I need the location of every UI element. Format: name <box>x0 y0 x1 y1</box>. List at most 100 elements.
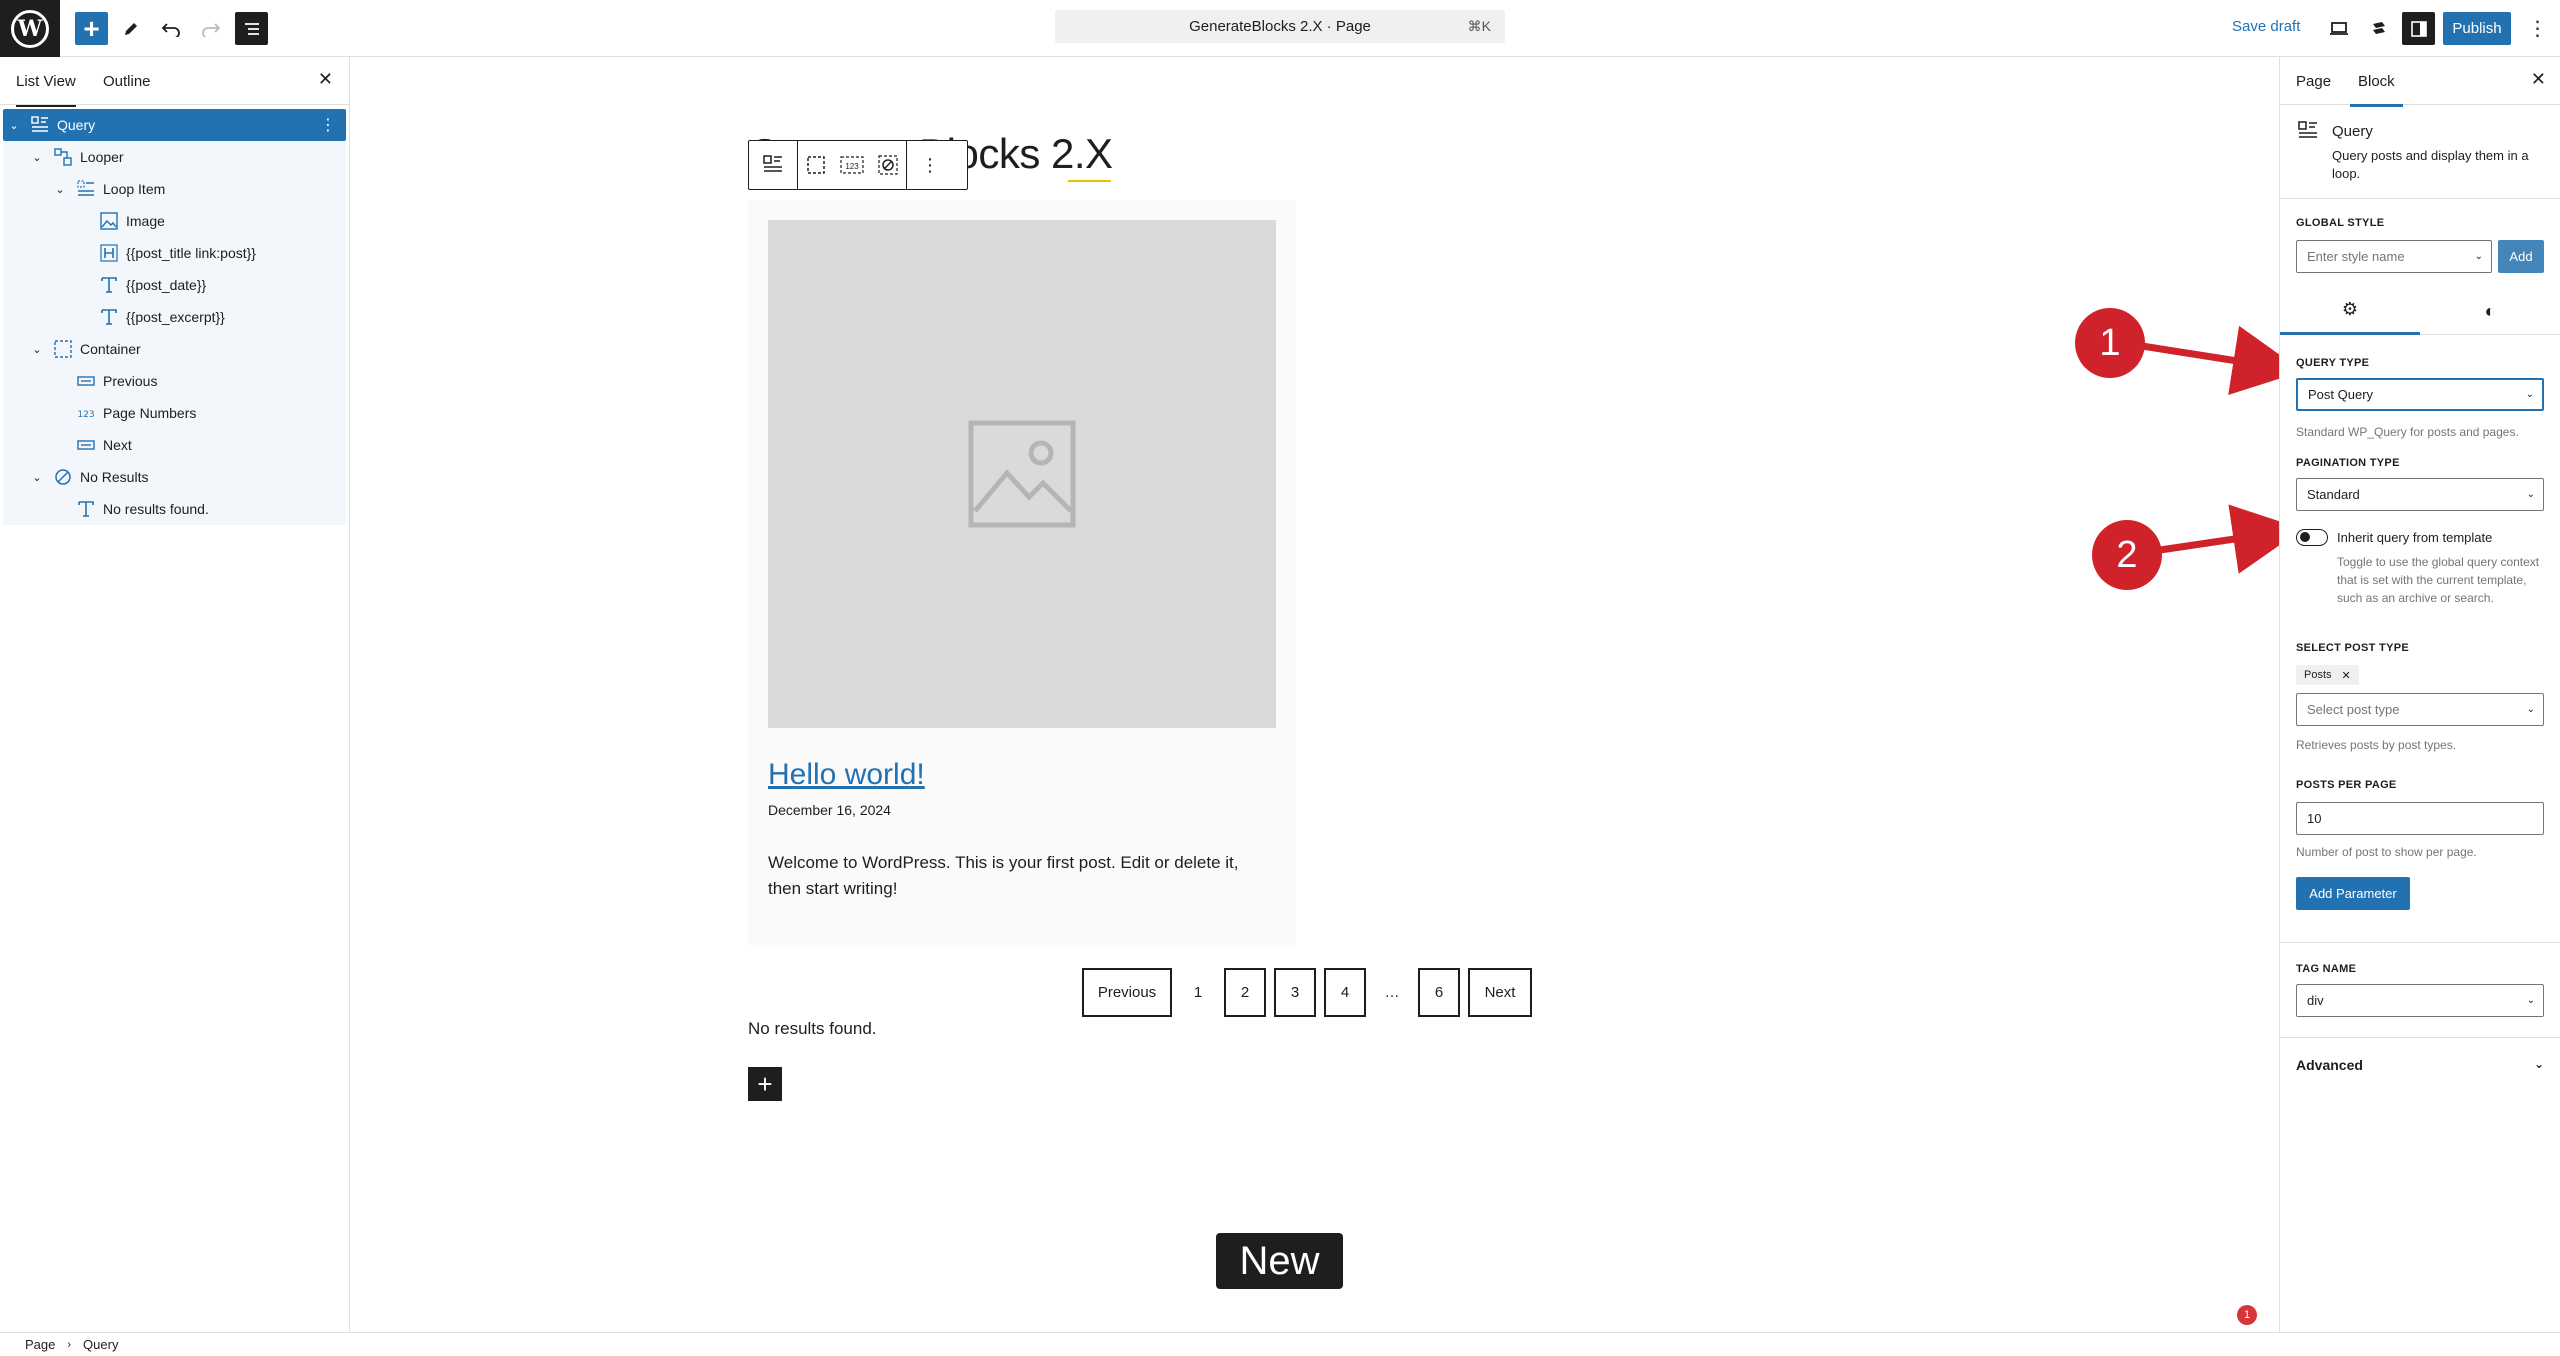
list-view-item[interactable]: ⌄ Container <box>3 333 346 365</box>
item-options-icon[interactable]: ⋮ <box>320 115 336 135</box>
list-view-item[interactable]: ⌄ Looper <box>3 141 346 173</box>
tab-block[interactable]: Block <box>2350 73 2403 107</box>
gear-icon: ⚙ <box>2341 299 2359 319</box>
remove-chip-icon[interactable]: ✕ <box>2342 669 2351 682</box>
settings-panel-toggle[interactable] <box>2402 12 2435 45</box>
inline-block-inserter-button[interactable]: + <box>748 1067 782 1101</box>
add-parameter-button[interactable]: Add Parameter <box>2296 877 2410 910</box>
chevron-down-icon[interactable]: ⌄ <box>30 471 44 484</box>
block-inserter-button[interactable]: + <box>75 12 108 45</box>
list-view-item[interactable]: {{post_title link:post}} <box>3 237 346 269</box>
command-palette-title[interactable]: GenerateBlocks 2.X · Page ⌘K <box>1055 10 1505 43</box>
chevron-down-icon[interactable]: ⌄ <box>7 119 21 132</box>
query-block-icon <box>749 141 797 189</box>
notification-badge[interactable]: 1 <box>2237 1305 2257 1325</box>
preview-button[interactable] <box>2322 12 2355 45</box>
text-icon <box>98 274 120 296</box>
close-list-view-icon[interactable]: ✕ <box>318 69 333 90</box>
pagination-page-4[interactable]: 4 <box>1324 968 1366 1017</box>
document-overview-button[interactable] <box>235 12 268 45</box>
tab-settings[interactable]: ⚙ <box>2280 287 2420 335</box>
pagination-page-3[interactable]: 3 <box>1274 968 1316 1017</box>
tab-styles[interactable]: ◐ <box>2420 287 2560 335</box>
close-sidebar-icon[interactable]: ✕ <box>2531 69 2546 90</box>
post-title-link[interactable]: Hello world! <box>768 758 925 792</box>
tab-list-view[interactable]: List View <box>16 73 76 107</box>
chevron-down-icon: ⌄ <box>2474 251 2483 262</box>
loop-item[interactable]: Hello world! December 16, 2024 Welcome t… <box>748 200 1296 945</box>
list-view-item[interactable]: Image <box>3 205 346 237</box>
loop-item-icon <box>75 178 97 200</box>
settings-style-tabs: ⚙ ◐ <box>2280 287 2560 335</box>
pagination-page-1[interactable]: 1 <box>1180 968 1216 1017</box>
post-image-placeholder[interactable] <box>768 220 1276 728</box>
list-view-item[interactable]: 123 Page Numbers <box>3 397 346 429</box>
post-date: December 16, 2024 <box>768 802 891 818</box>
pagination-page-2[interactable]: 2 <box>1224 968 1266 1017</box>
undo-icon <box>161 22 180 37</box>
breadcrumb-query[interactable]: Query <box>83 1337 118 1352</box>
pagination-previous-button[interactable]: Previous <box>1082 968 1172 1017</box>
style-name-select[interactable]: Enter style name ⌄ <box>2296 240 2492 273</box>
tab-outline[interactable]: Outline <box>103 73 151 90</box>
save-draft-button[interactable]: Save draft <box>2232 18 2300 35</box>
list-view-item[interactable]: {{post_date}} <box>3 269 346 301</box>
pagination-page-6[interactable]: 6 <box>1418 968 1460 1017</box>
list-view-item[interactable]: Previous <box>3 365 346 397</box>
pagination-next-button[interactable]: Next <box>1468 968 1532 1017</box>
list-view-item[interactable]: ⌄ No Results <box>3 461 346 493</box>
block-tree: ⌄ Query ⋮ ⌄ Looper ⌄ Loop Item Image {{post_titl… <box>0 105 349 529</box>
list-view-item[interactable]: ⌄ Query ⋮ <box>3 109 346 141</box>
redo-button[interactable] <box>194 12 227 45</box>
tag-name-select[interactable]: div ⌄ <box>2296 984 2544 1017</box>
query-type-value: Post Query <box>2308 387 2374 402</box>
chevron-down-icon[interactable]: ⌄ <box>30 343 44 356</box>
list-view-item[interactable]: No results found. <box>3 493 346 525</box>
page-numbers-toolbar-button[interactable]: 123 <box>834 141 870 189</box>
block-parent-selector[interactable] <box>749 141 798 189</box>
select-post-type-label: SELECT POST TYPE <box>2296 642 2409 654</box>
list-view-item[interactable]: ⌄ Loop Item <box>3 173 346 205</box>
post-type-select[interactable]: Select post type ⌄ <box>2296 693 2544 726</box>
generateblocks-button[interactable] <box>2362 12 2395 45</box>
chevron-down-icon[interactable]: ⌄ <box>30 151 44 164</box>
breadcrumb-page[interactable]: Page <box>25 1337 55 1352</box>
pagination-type-select[interactable]: Standard ⌄ <box>2296 478 2544 511</box>
chevron-down-icon: ⌄ <box>2526 704 2535 715</box>
undo-button[interactable] <box>154 12 187 45</box>
tab-page[interactable]: Page <box>2296 73 2331 90</box>
style-name-placeholder: Enter style name <box>2307 249 2405 264</box>
chevron-down-icon[interactable]: ⌄ <box>53 183 67 196</box>
block-options-icon[interactable]: ⋮ <box>907 141 953 189</box>
editor-canvas[interactable] <box>351 57 2269 1332</box>
svg-text:123: 123 <box>845 162 859 171</box>
button-icon <box>75 370 97 392</box>
wordpress-logo-button[interactable]: W <box>0 0 60 57</box>
list-view-item-label: Previous <box>103 373 158 389</box>
numbers-icon: 123 <box>75 402 97 424</box>
list-view-item[interactable]: {{post_excerpt}} <box>3 301 346 333</box>
posts-per-page-input[interactable]: 10 <box>2296 802 2544 835</box>
inherit-query-label[interactable]: Inherit query from template <box>2337 530 2492 545</box>
list-view-item-label: Loop Item <box>103 181 166 197</box>
inherit-query-toggle[interactable] <box>2296 529 2328 546</box>
list-view-panel: List View Outline ✕ ⌄ Query ⋮ ⌄ Looper ⌄ Loop … <box>0 57 350 1332</box>
publish-button[interactable]: Publish <box>2443 12 2511 45</box>
tools-pencil-button[interactable] <box>114 12 147 45</box>
image-icon <box>98 210 120 232</box>
no-results-toolbar-button[interactable] <box>870 141 906 189</box>
settings-sidebar: Page Block ✕ Query Query posts and displ… <box>2279 57 2560 1332</box>
list-view-item-label: No results found. <box>103 501 209 517</box>
no-results-text[interactable]: No results found. <box>748 1019 877 1039</box>
block-name: Query <box>2332 123 2373 140</box>
list-view-item[interactable]: Next <box>3 429 346 461</box>
add-style-button[interactable]: Add <box>2498 240 2544 273</box>
text-icon <box>98 306 120 328</box>
options-menu-button[interactable]: ⋮ <box>2521 12 2554 45</box>
advanced-panel-toggle[interactable]: Advanced ⌄ <box>2296 1057 2544 1073</box>
container-toolbar-button[interactable] <box>798 141 834 189</box>
tag-name-label: TAG NAME <box>2296 963 2357 975</box>
tag-name-value: div <box>2307 993 2324 1008</box>
block-description: Query posts and display them in a loop. <box>2332 148 2529 181</box>
query-type-select[interactable]: Post Query ⌄ <box>2296 378 2544 411</box>
